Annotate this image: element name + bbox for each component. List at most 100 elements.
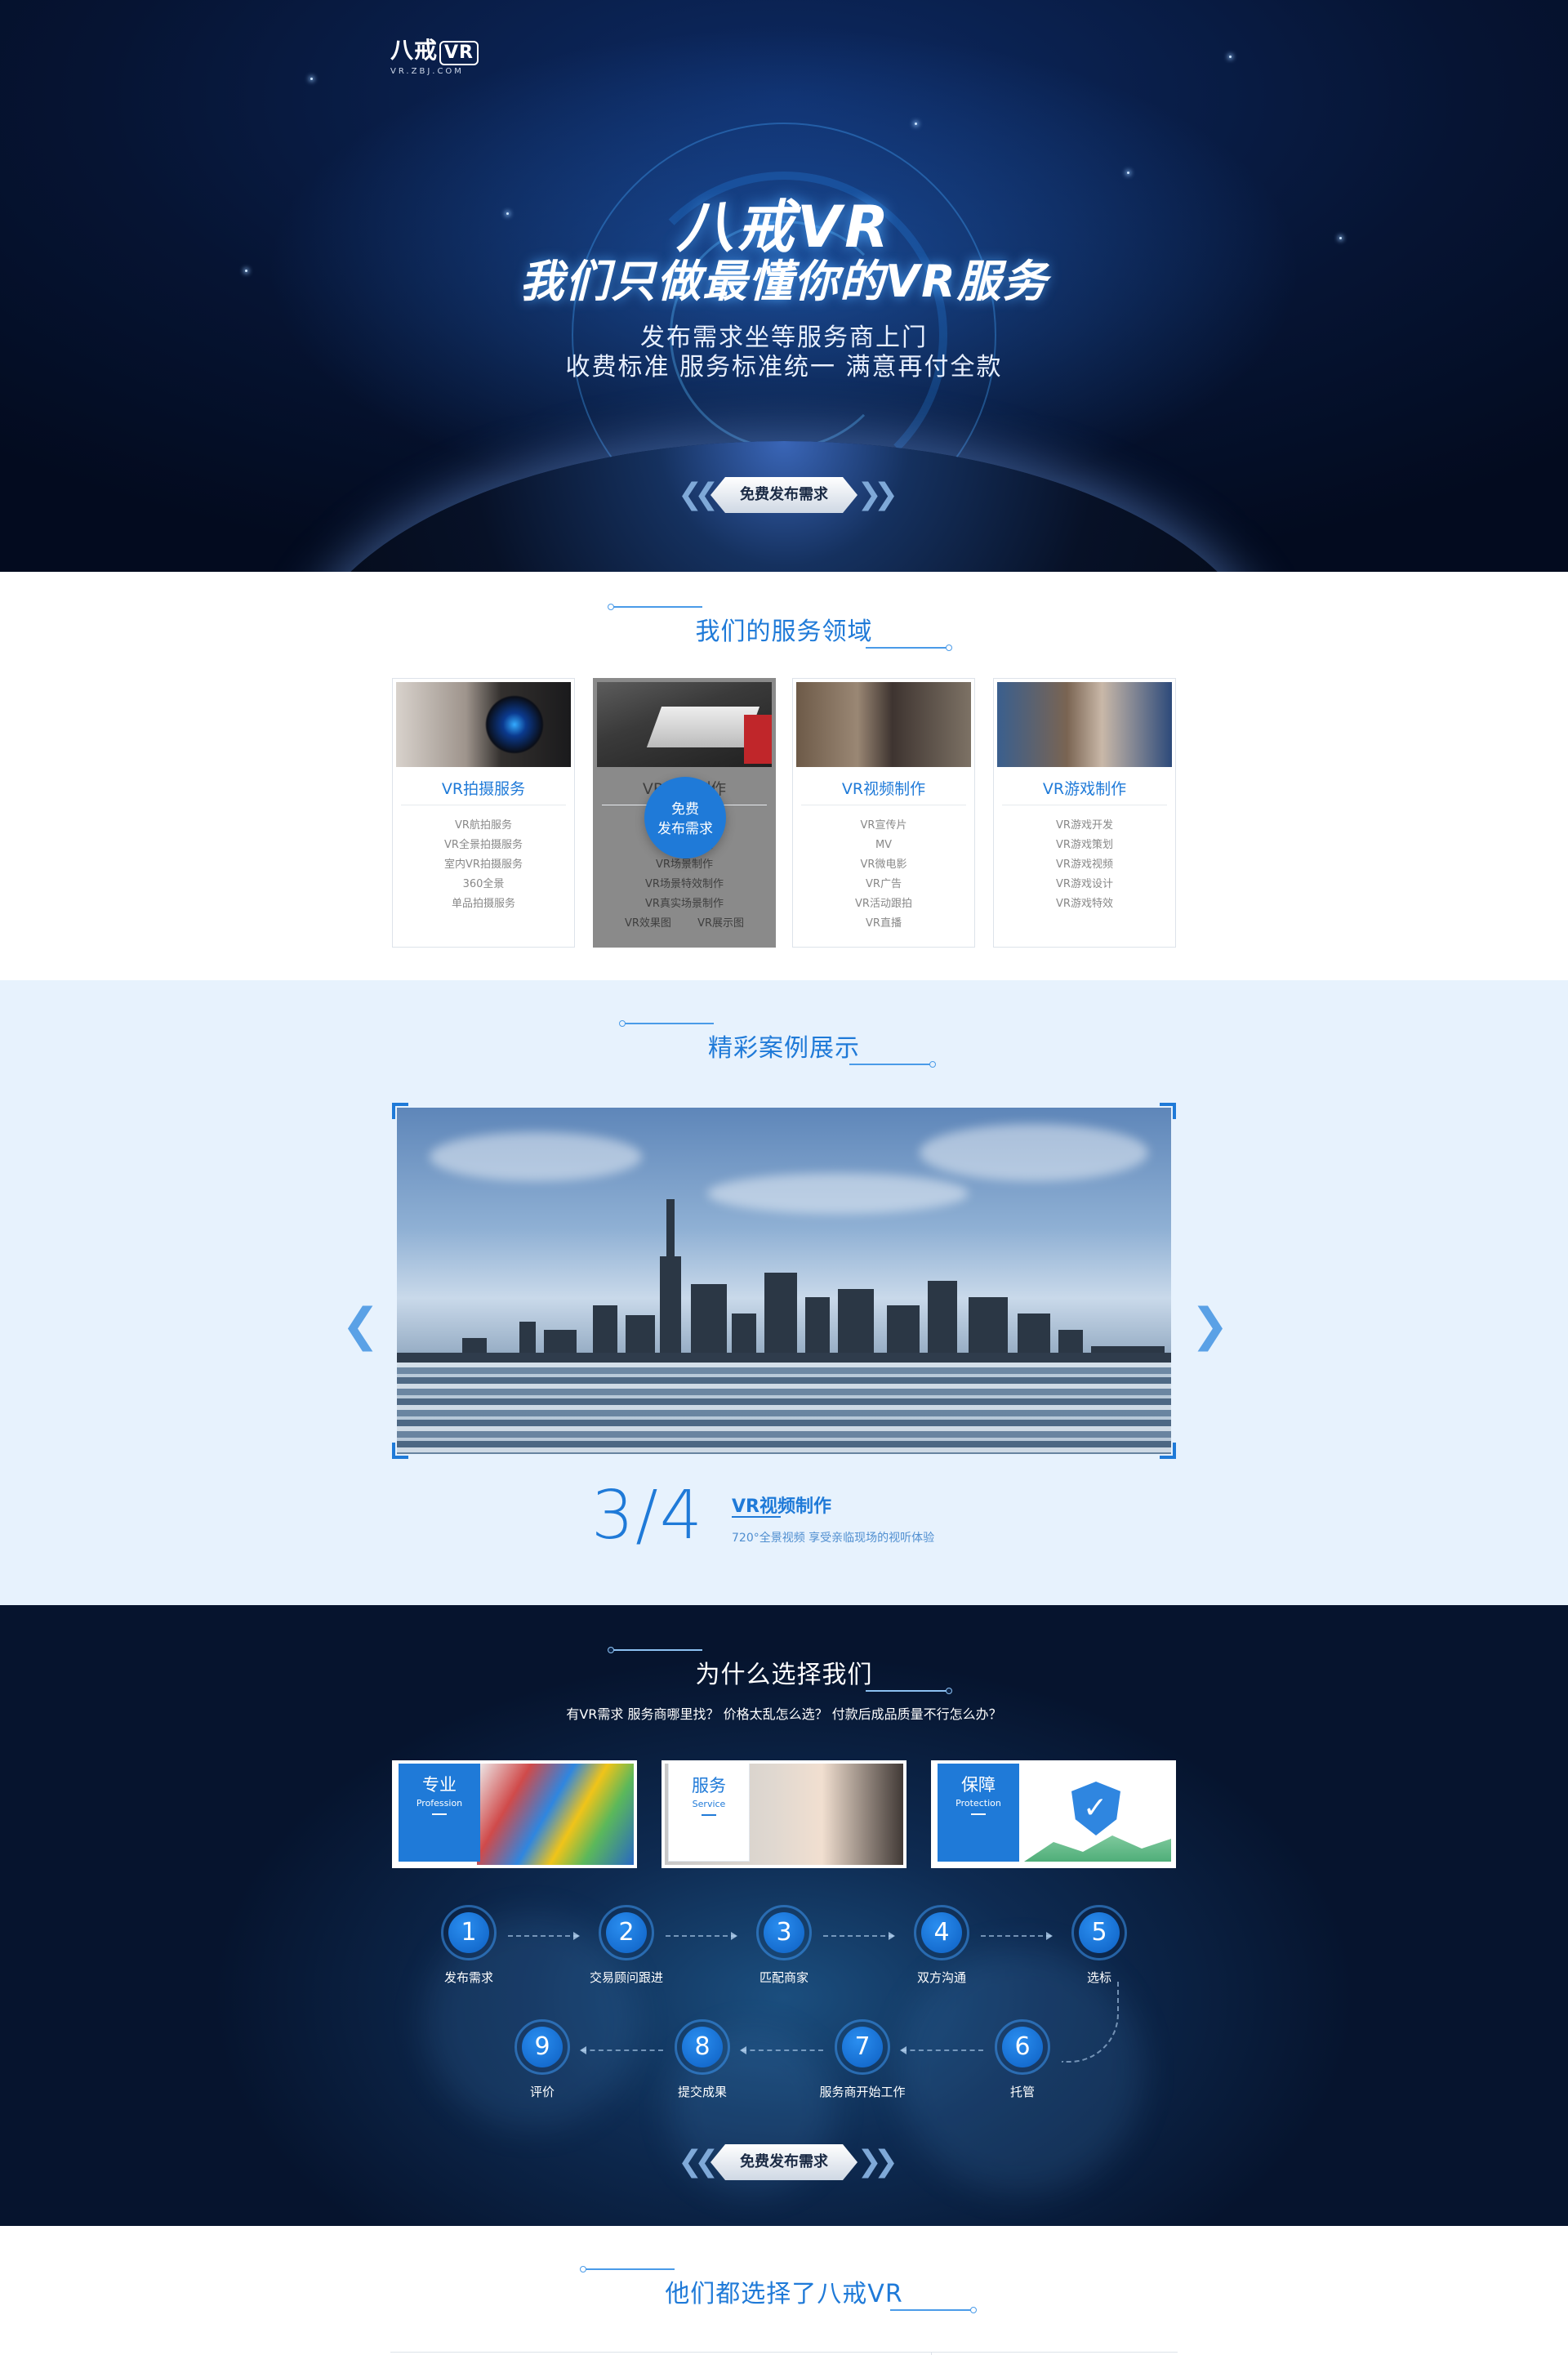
logo-url: VR.ZBJ.COM bbox=[390, 67, 464, 76]
service-card-game[interactable]: VR游戏制作 VR游戏开发 VR游戏策划 VR游戏视频 VR游戏设计 VR游戏特… bbox=[993, 678, 1176, 948]
step-number: 6 bbox=[1002, 2027, 1043, 2067]
step-number: 7 bbox=[842, 2027, 883, 2067]
service-item[interactable]: 360全景 bbox=[393, 875, 574, 894]
feature-label: 保障 Protection bbox=[938, 1764, 1019, 1862]
service-item[interactable]: VR微电影 bbox=[793, 855, 974, 875]
logo-vr: VR bbox=[439, 41, 479, 65]
site-logo[interactable]: 八戒 VR VR.ZBJ.COM bbox=[390, 33, 479, 76]
feature-card-service: 服务 Service bbox=[662, 1760, 906, 1868]
service-item-row: VR效果图 VR展示图 bbox=[594, 914, 775, 934]
post-request-button[interactable]: 免费发布需求 bbox=[710, 2144, 858, 2180]
building bbox=[660, 1256, 681, 1363]
client-grid-divider bbox=[931, 2352, 932, 2355]
service-item[interactable]: VR游戏设计 bbox=[994, 875, 1175, 894]
case-description: 720°全景视频 享受亲临现场的视听体验 bbox=[732, 1532, 935, 1545]
clients-section: 他们都选择了八戒VR bbox=[0, 2226, 1568, 2355]
service-list: VR宣传片 MV VR微电影 VR广告 VR活动跟拍 VR直播 bbox=[793, 816, 974, 934]
flow-arrow-icon bbox=[823, 1932, 895, 1940]
cases-heading: 精彩案例展示 bbox=[708, 1034, 860, 1063]
service-item[interactable]: VR航拍服务 bbox=[393, 816, 574, 836]
carousel-pager: 3/4 bbox=[591, 1477, 704, 1554]
service-card-scene[interactable]: VR场景制作 VR场景设计 VR场景建模 VR场景制作 VR场景特效制作 VR真… bbox=[593, 678, 776, 948]
service-item[interactable]: VR全景拍摄服务 bbox=[393, 836, 574, 855]
service-item[interactable]: VR游戏开发 bbox=[994, 816, 1175, 836]
feature-dash bbox=[702, 1814, 716, 1816]
post-request-button[interactable]: 免费发布需求 bbox=[710, 477, 858, 513]
service-card-title: VR视频制作 bbox=[841, 780, 926, 798]
heading-decoration bbox=[866, 1688, 952, 1694]
process-step: 7 服务商开始工作 bbox=[805, 2019, 920, 2100]
flow-arrow-icon bbox=[981, 1932, 1053, 1940]
step-label: 评价 bbox=[529, 2085, 555, 2099]
step-circle: 6 bbox=[995, 2019, 1050, 2075]
service-item[interactable]: VR广告 bbox=[793, 875, 974, 894]
section-heading: 为什么选择我们 bbox=[0, 1647, 1568, 1694]
feature-title: 专业 bbox=[422, 1775, 457, 1795]
case-carousel bbox=[392, 1103, 1176, 1459]
carousel-next-button[interactable]: ❯ bbox=[1191, 1299, 1229, 1352]
service-card-shooting[interactable]: VR拍摄服务 VR航拍服务 VR全景拍摄服务 室内VR拍摄服务 360全景 单品… bbox=[392, 678, 575, 948]
heading-decoration bbox=[890, 2307, 977, 2313]
service-item[interactable]: VR效果图 bbox=[625, 917, 671, 930]
shield-image: ✓ bbox=[1016, 1764, 1173, 1865]
services-heading: 我们的服务领域 bbox=[695, 618, 873, 646]
cloud bbox=[430, 1132, 642, 1181]
step-circle: 3 bbox=[756, 1905, 812, 1960]
feature-label: 专业 Profession bbox=[399, 1764, 480, 1862]
case-title: VR视频制作 bbox=[732, 1496, 831, 1517]
service-list: VR航拍服务 VR全景拍摄服务 室内VR拍摄服务 360全景 单品拍摄服务 bbox=[393, 816, 574, 914]
feature-card-protection: ✓ 保障 Protection bbox=[931, 1760, 1176, 1868]
step-number: 3 bbox=[764, 1912, 804, 1953]
feature-card-profession: 专业 Profession bbox=[392, 1760, 637, 1868]
free-post-badge[interactable]: 免费 发布需求 bbox=[644, 777, 726, 859]
section-heading: 精彩案例展示 bbox=[0, 1020, 1568, 1068]
service-item[interactable]: MV bbox=[793, 836, 974, 855]
service-card-video[interactable]: VR视频制作 VR宣传片 MV VR微电影 VR广告 VR活动跟拍 VR直播 bbox=[792, 678, 975, 948]
vr-headset-image bbox=[997, 682, 1172, 767]
videographer-image bbox=[796, 682, 971, 767]
logo-mark: 八戒 VR bbox=[390, 33, 479, 65]
step-circle: 1 bbox=[441, 1905, 497, 1960]
step-label: 发布需求 bbox=[443, 1970, 493, 1985]
step-circle: 9 bbox=[514, 2019, 570, 2075]
why-question: 有VR需求 服务商哪里找？ 价格太乱怎么选？ 付款后成品质量不行怎么办？ bbox=[566, 1706, 1002, 1722]
step-label: 交易顾问跟进 bbox=[589, 1970, 663, 1985]
chevron-right-icon: ❯❯ bbox=[857, 478, 898, 511]
service-item[interactable]: VR场景特效制作 bbox=[594, 875, 775, 894]
heading-decoration bbox=[619, 1020, 714, 1027]
step-label: 服务商开始工作 bbox=[819, 2085, 906, 2099]
step-circle: 4 bbox=[914, 1905, 969, 1960]
logo-text: 八戒 bbox=[390, 37, 439, 64]
laptop-image bbox=[597, 682, 772, 767]
service-item[interactable]: VR展示图 bbox=[697, 917, 744, 930]
flow-arrow-icon bbox=[508, 1932, 580, 1940]
step-label: 托管 bbox=[1009, 2085, 1035, 2099]
heading-decoration bbox=[608, 1647, 702, 1653]
carousel-prev-button[interactable]: ❮ bbox=[341, 1299, 380, 1352]
service-item[interactable]: VR游戏特效 bbox=[994, 894, 1175, 914]
clients-heading: 他们都选择了八戒VR bbox=[665, 2280, 903, 2308]
service-item[interactable]: VR直播 bbox=[793, 914, 974, 934]
section-heading: 我们的服务领域 bbox=[0, 604, 1568, 651]
service-item[interactable]: VR游戏视频 bbox=[994, 855, 1175, 875]
case-title-underline bbox=[732, 1516, 781, 1518]
service-item[interactable]: VR游戏策划 bbox=[994, 836, 1175, 855]
service-item[interactable]: VR真实场景制作 bbox=[594, 894, 775, 914]
step-circle: 2 bbox=[599, 1905, 654, 1960]
services-section: 我们的服务领域 VR拍摄服务 VR航拍服务 VR全景拍摄服务 室内VR拍摄服务 … bbox=[0, 572, 1568, 980]
service-item[interactable]: VR活动跟拍 bbox=[793, 894, 974, 914]
puzzle-image bbox=[477, 1764, 634, 1865]
service-item[interactable]: 单品拍摄服务 bbox=[393, 894, 574, 914]
process-step: 4 双方沟通 bbox=[884, 1905, 999, 1986]
building bbox=[928, 1281, 957, 1363]
service-item[interactable]: 室内VR拍摄服务 bbox=[393, 855, 574, 875]
step-label: 匹配商家 bbox=[759, 1970, 808, 1985]
cloud bbox=[707, 1173, 969, 1214]
city-skyline-image[interactable] bbox=[397, 1108, 1171, 1454]
client-grid-border bbox=[390, 2352, 1178, 2353]
check-icon: ✓ bbox=[1083, 1791, 1108, 1825]
service-item[interactable]: VR宣传片 bbox=[793, 816, 974, 836]
cases-section: 精彩案例展示 ❮ ❯ 3/4 VR视频制作 720°全景视频 享受亲临现场的视听… bbox=[0, 980, 1568, 1605]
step-number: 8 bbox=[682, 2027, 723, 2067]
camera-image bbox=[396, 682, 571, 767]
